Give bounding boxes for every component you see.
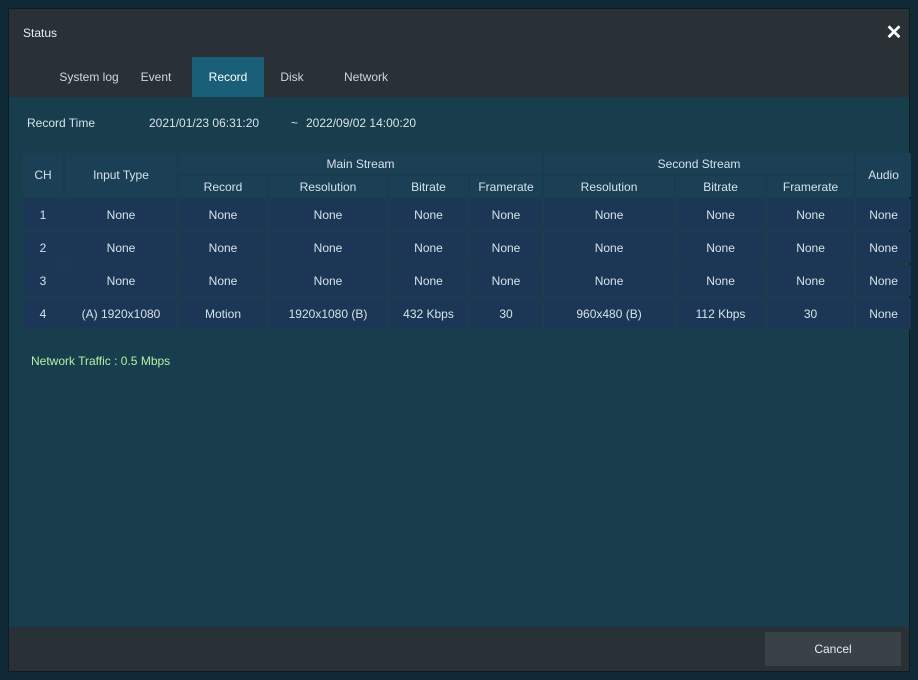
cell-audio: None bbox=[856, 265, 912, 296]
status-window: Status ✕ System log Event Record Disk Ne… bbox=[8, 8, 913, 672]
cell-input-type: None bbox=[65, 265, 177, 296]
title-bar: Status ✕ bbox=[9, 9, 909, 57]
record-time-separator: ~ bbox=[291, 116, 299, 130]
cell-second-resolution: 960x480 (B) bbox=[544, 298, 675, 329]
cell-second-resolution: None bbox=[544, 265, 675, 296]
record-status-table: CH Input Type Main Stream Second Stream … bbox=[21, 151, 913, 331]
cell-second-bitrate: None bbox=[676, 265, 766, 296]
footer-bar: Cancel bbox=[9, 627, 909, 671]
cell-audio: None bbox=[856, 199, 912, 230]
header-input-type: Input Type bbox=[65, 153, 177, 197]
cell-second-framerate: None bbox=[767, 232, 855, 263]
cell-main-resolution: None bbox=[269, 265, 387, 296]
cell-main-bitrate: None bbox=[389, 199, 468, 230]
cell-input-type: None bbox=[65, 199, 177, 230]
table-row: 1 None None None None None None None Non… bbox=[23, 199, 912, 230]
header-ch: CH bbox=[23, 153, 63, 197]
cell-main-framerate: None bbox=[470, 232, 543, 263]
cell-main-record: None bbox=[179, 265, 267, 296]
cell-main-resolution: None bbox=[269, 199, 387, 230]
record-time-start: 2021/01/23 06:31:20 bbox=[149, 116, 260, 130]
cell-ch: 4 bbox=[23, 298, 63, 329]
cell-second-bitrate: None bbox=[676, 232, 766, 263]
cell-main-bitrate: None bbox=[389, 265, 468, 296]
cell-main-resolution: None bbox=[269, 232, 387, 263]
tab-event[interactable]: Event bbox=[131, 57, 181, 97]
record-time-end: 2022/09/02 14:00:20 bbox=[306, 116, 417, 130]
header-main-stream: Main Stream bbox=[179, 153, 543, 174]
cell-second-framerate: 30 bbox=[767, 298, 855, 329]
cell-audio: None bbox=[856, 298, 912, 329]
window-title: Status bbox=[23, 26, 58, 40]
cell-second-framerate: None bbox=[767, 199, 855, 230]
cancel-button[interactable]: Cancel bbox=[765, 632, 901, 666]
cell-main-framerate: 30 bbox=[470, 298, 543, 329]
tab-bar: System log Event Record Disk Network bbox=[9, 57, 909, 97]
tab-network[interactable]: Network bbox=[334, 57, 398, 97]
header-second-bitrate: Bitrate bbox=[676, 176, 766, 197]
record-time-label: Record Time bbox=[27, 116, 96, 130]
cell-main-bitrate: 432 Kbps bbox=[389, 298, 468, 329]
header-second-resolution: Resolution bbox=[544, 176, 675, 197]
cell-main-bitrate: None bbox=[389, 232, 468, 263]
cell-main-framerate: None bbox=[470, 199, 543, 230]
cell-main-resolution: 1920x1080 (B) bbox=[269, 298, 387, 329]
network-traffic: Network Traffic : 0.5 Mbps bbox=[31, 354, 171, 368]
tab-disk[interactable]: Disk bbox=[271, 57, 313, 97]
cell-input-type: (A) 1920x1080 bbox=[65, 298, 177, 329]
cell-second-resolution: None bbox=[544, 232, 675, 263]
header-main-record: Record bbox=[179, 176, 267, 197]
cell-ch: 3 bbox=[23, 265, 63, 296]
cell-audio: None bbox=[856, 232, 912, 263]
cell-main-record: None bbox=[179, 199, 267, 230]
header-audio: Audio bbox=[856, 153, 912, 197]
header-second-stream: Second Stream bbox=[544, 153, 855, 174]
cell-second-bitrate: None bbox=[676, 199, 766, 230]
cell-second-framerate: None bbox=[767, 265, 855, 296]
header-second-framerate: Framerate bbox=[767, 176, 855, 197]
header-main-resolution: Resolution bbox=[269, 176, 387, 197]
close-icon[interactable]: ✕ bbox=[883, 22, 905, 44]
cell-main-record: None bbox=[179, 232, 267, 263]
table-row: 2 None None None None None None None Non… bbox=[23, 232, 912, 263]
cell-ch: 1 bbox=[23, 199, 63, 230]
table-row: 3 None None None None None None None Non… bbox=[23, 265, 912, 296]
header-main-bitrate: Bitrate bbox=[389, 176, 468, 197]
tab-record[interactable]: Record bbox=[192, 57, 264, 97]
cell-input-type: None bbox=[65, 232, 177, 263]
tab-system-log[interactable]: System log bbox=[49, 57, 129, 97]
cell-ch: 2 bbox=[23, 232, 63, 263]
cell-main-framerate: None bbox=[470, 265, 543, 296]
header-main-framerate: Framerate bbox=[470, 176, 543, 197]
table-row: 4 (A) 1920x1080 Motion 1920x1080 (B) 432… bbox=[23, 298, 912, 329]
cell-main-record: Motion bbox=[179, 298, 267, 329]
cell-second-bitrate: 112 Kbps bbox=[676, 298, 766, 329]
cell-second-resolution: None bbox=[544, 199, 675, 230]
